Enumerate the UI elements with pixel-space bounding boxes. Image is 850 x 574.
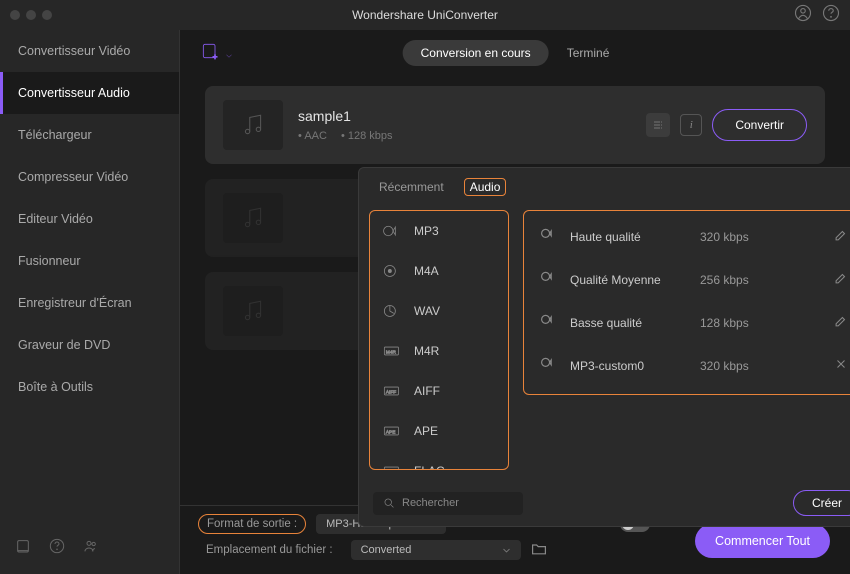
tab-converting[interactable]: Conversion en cours [403, 40, 549, 66]
format-list: MP3 M4A WAV M4RM4R AIFFAIFF APEAPE FLACF… [369, 210, 509, 470]
titlebar: Wondershare UniConverter [0, 0, 850, 30]
file-name: sample1 [298, 108, 631, 124]
quality-custom[interactable]: MP3-custom0 320 kbps [524, 344, 850, 387]
close-dot[interactable] [10, 10, 20, 20]
start-all-button[interactable]: Commencer Tout [695, 524, 830, 558]
sidebar-item-downloader[interactable]: Téléchargeur [0, 114, 179, 156]
settings-button[interactable] [646, 113, 670, 137]
search-input[interactable]: Rechercher [373, 492, 523, 515]
help-icon[interactable] [49, 538, 65, 559]
window-controls[interactable] [10, 10, 52, 20]
sidebar: Convertisseur Vidéo Convertisseur Audio … [0, 30, 180, 574]
edit-icon[interactable] [834, 228, 848, 245]
sidebar-item-audio-converter[interactable]: Convertisseur Audio [0, 72, 179, 114]
toolbar: Conversion en cours Terminé [180, 30, 850, 76]
info-button[interactable]: i [680, 114, 702, 136]
format-flac[interactable]: FLACFLAC [370, 451, 508, 470]
svg-text:APE: APE [386, 429, 395, 434]
file-thumbnail [223, 286, 283, 336]
file-bitrate: 128 kbps [348, 130, 393, 142]
format-aiff[interactable]: AIFFAIFF [370, 371, 508, 411]
app-title: Wondershare UniConverter [352, 8, 498, 22]
format-m4r[interactable]: M4RM4R [370, 331, 508, 371]
svg-text:AIFF: AIFF [386, 389, 396, 394]
sidebar-item-video-compressor[interactable]: Compresseur Vidéo [0, 156, 179, 198]
guide-icon[interactable] [15, 538, 31, 559]
feedback-icon[interactable] [822, 4, 840, 27]
delete-icon[interactable] [834, 357, 848, 374]
contacts-icon[interactable] [83, 538, 99, 559]
sidebar-item-video-converter[interactable]: Convertisseur Vidéo [0, 30, 179, 72]
file-format: AAC [304, 130, 327, 142]
format-popup: Récemment Audio MP3 M4A WAV M4RM4R AIFFA… [358, 167, 850, 527]
svg-text:FLAC: FLAC [385, 469, 398, 470]
sidebar-item-toolbox[interactable]: Boîte à Outils [0, 366, 179, 408]
edit-icon[interactable] [834, 314, 848, 331]
location-label: Emplacement du fichier : [198, 541, 341, 559]
minimize-dot[interactable] [26, 10, 36, 20]
location-select[interactable]: Converted [351, 540, 521, 560]
sidebar-item-screen-recorder[interactable]: Enregistreur d'Écran [0, 282, 179, 324]
file-card: sample1 • AAC • 128 kbps i Convertir [205, 86, 825, 164]
quality-list: Haute qualité 320 kbps Qualité Moyenne 2… [523, 210, 850, 395]
file-thumbnail [223, 100, 283, 150]
sidebar-item-video-editor[interactable]: Editeur Vidéo [0, 198, 179, 240]
account-icon[interactable] [794, 4, 812, 27]
sidebar-item-dvd-burner[interactable]: Graveur de DVD [0, 324, 179, 366]
popup-tab-recent[interactable]: Récemment [373, 178, 450, 196]
svg-text:M4R: M4R [386, 349, 397, 354]
edit-icon[interactable] [834, 271, 848, 288]
file-thumbnail [223, 193, 283, 243]
sidebar-item-merger[interactable]: Fusionneur [0, 240, 179, 282]
format-mp3[interactable]: MP3 [370, 211, 508, 251]
quality-medium[interactable]: Qualité Moyenne 256 kbps [524, 258, 850, 301]
format-m4a[interactable]: M4A [370, 251, 508, 291]
popup-tab-audio[interactable]: Audio [464, 178, 507, 196]
format-wav[interactable]: WAV [370, 291, 508, 331]
search-placeholder: Rechercher [402, 497, 459, 509]
add-file-button[interactable] [200, 41, 234, 66]
create-button[interactable]: Créer [793, 490, 850, 516]
open-folder-button[interactable] [531, 541, 547, 560]
quality-low[interactable]: Basse qualité 128 kbps [524, 301, 850, 344]
maximize-dot[interactable] [42, 10, 52, 20]
convert-button[interactable]: Convertir [712, 109, 807, 141]
format-ape[interactable]: APEAPE [370, 411, 508, 451]
tab-finished[interactable]: Terminé [549, 40, 628, 66]
quality-high[interactable]: Haute qualité 320 kbps [524, 215, 850, 258]
output-format-label: Format de sortie : [198, 514, 306, 534]
